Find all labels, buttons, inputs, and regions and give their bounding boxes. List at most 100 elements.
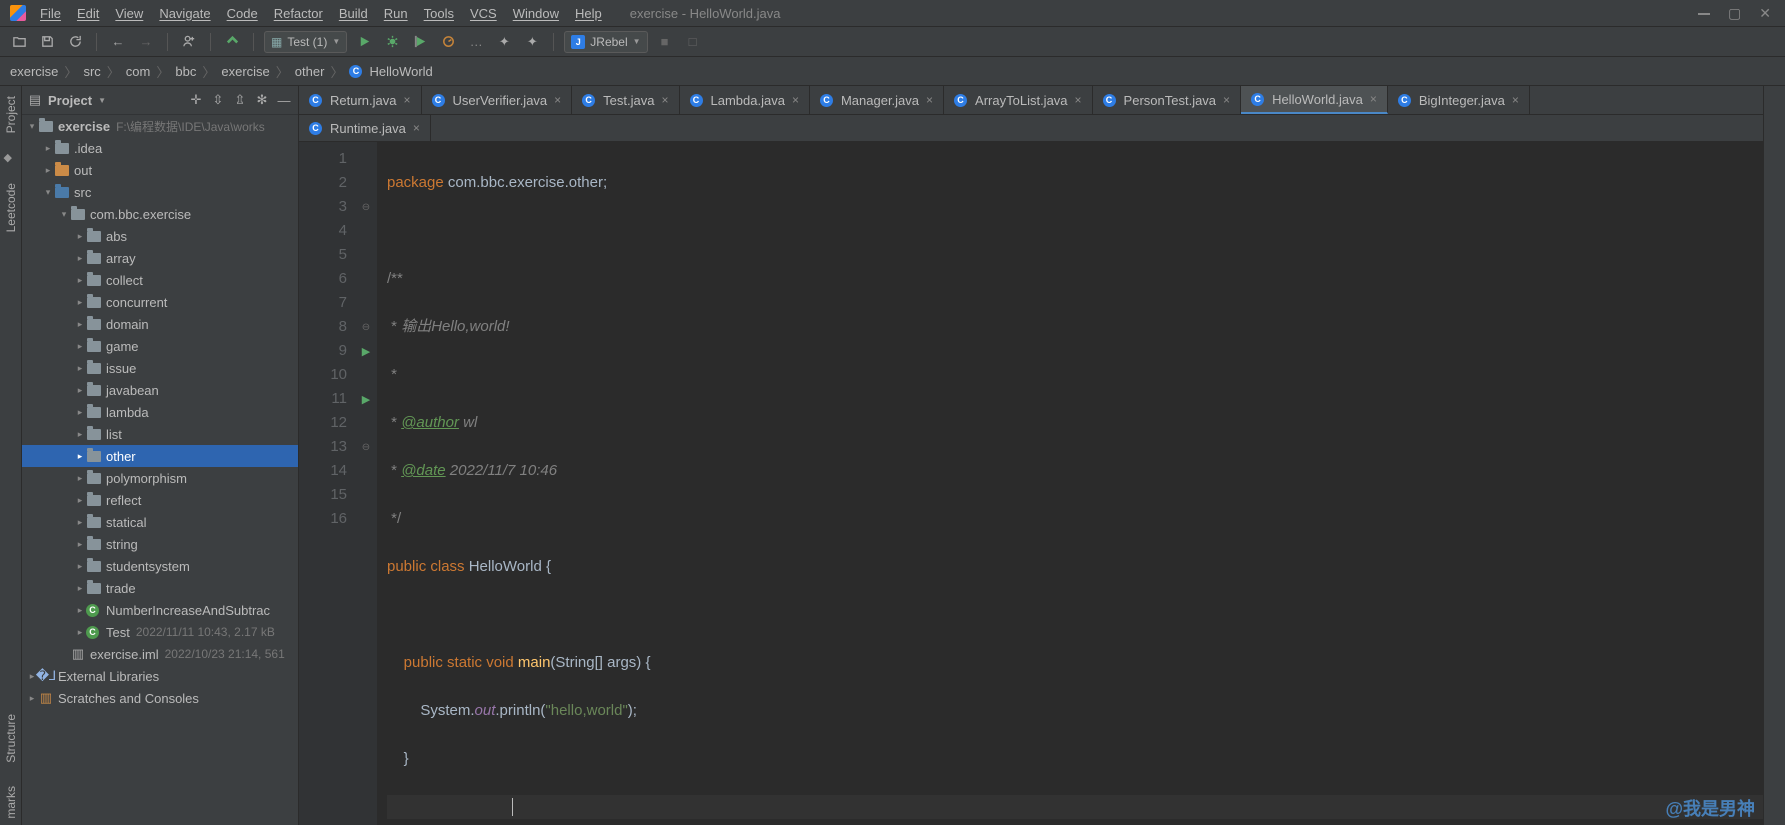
menu-build[interactable]: Build: [331, 3, 376, 24]
fold-icon[interactable]: ⊖: [362, 202, 370, 213]
settings-cog-icon[interactable]: ✻: [254, 92, 270, 108]
menu-refactor[interactable]: Refactor: [266, 3, 331, 24]
crumb-0[interactable]: exercise: [10, 64, 58, 79]
tree-folder-string[interactable]: ▸string: [22, 533, 298, 555]
jrebel-magic-icon[interactable]: ✦: [493, 31, 515, 53]
menu-tools[interactable]: Tools: [416, 3, 462, 24]
crumb-1[interactable]: src: [83, 64, 100, 79]
rail-leetcode-icon[interactable]: ◆: [4, 151, 18, 165]
window-maximize-icon[interactable]: ▢: [1728, 5, 1741, 22]
fold-icon[interactable]: ⊖: [362, 322, 370, 333]
jrebel-rocket-icon[interactable]: ✦: [521, 31, 543, 53]
menu-window[interactable]: Window: [505, 3, 567, 24]
crumb-2[interactable]: com: [126, 64, 151, 79]
project-panel-title[interactable]: Project: [48, 93, 92, 108]
editor-tab[interactable]: CArrayToList.java×: [944, 86, 1093, 114]
menu-edit[interactable]: Edit: [69, 3, 107, 24]
run-config-selector[interactable]: ▦ Test (1) ▼: [264, 31, 347, 53]
rail-leetcode-tab[interactable]: Leetcode: [4, 177, 18, 238]
close-tab-icon[interactable]: ×: [792, 93, 799, 107]
project-view-icon[interactable]: ▤: [28, 93, 42, 107]
tree-folder-collect[interactable]: ▸collect: [22, 269, 298, 291]
window-minimize-icon[interactable]: [1698, 5, 1710, 22]
tree-folder-domain[interactable]: ▸domain: [22, 313, 298, 335]
profile-icon[interactable]: [437, 31, 459, 53]
menu-help[interactable]: Help: [567, 3, 610, 24]
attach-icon[interactable]: …: [465, 31, 487, 53]
hide-panel-icon[interactable]: —: [276, 92, 292, 108]
save-all-icon[interactable]: [36, 31, 58, 53]
tree-folder-studentsystem[interactable]: ▸studentsystem: [22, 555, 298, 577]
tree-folder-trade[interactable]: ▸trade: [22, 577, 298, 599]
tree-folder-reflect[interactable]: ▸reflect: [22, 489, 298, 511]
tree-folder-game[interactable]: ▸game: [22, 335, 298, 357]
add-config-icon[interactable]: [178, 31, 200, 53]
rail-marks-tab[interactable]: marks: [4, 780, 18, 825]
menu-run[interactable]: Run: [376, 3, 416, 24]
crumb-3[interactable]: bbc: [175, 64, 196, 79]
close-tab-icon[interactable]: ×: [661, 93, 668, 107]
gutter-run-icon[interactable]: ▶: [362, 393, 370, 406]
close-tab-icon[interactable]: ×: [554, 93, 561, 107]
line-number-gutter[interactable]: 12345678910111213141516: [299, 142, 355, 825]
tree-folder-statical[interactable]: ▸statical: [22, 511, 298, 533]
tree-node[interactable]: ▥exercise.iml2022/10/23 21:14, 561: [22, 643, 298, 665]
editor-tab[interactable]: CTest.java×: [572, 86, 679, 114]
editor-tab[interactable]: CPersonTest.java×: [1093, 86, 1242, 114]
back-icon[interactable]: ←: [107, 31, 129, 53]
collapse-all-icon[interactable]: ⇫: [232, 92, 248, 108]
tree-class[interactable]: ▸CTest2022/11/11 10:43, 2.17 kB: [22, 621, 298, 643]
menu-vcs[interactable]: VCS: [462, 3, 505, 24]
menu-navigate[interactable]: Navigate: [151, 3, 218, 24]
run-icon[interactable]: [353, 31, 375, 53]
rail-project-tab[interactable]: Project: [4, 90, 18, 139]
forward-icon[interactable]: →: [135, 31, 157, 53]
editor-tab[interactable]: CLambda.java×: [680, 86, 810, 114]
crumb-4[interactable]: exercise: [221, 64, 269, 79]
editor-tab[interactable]: CUserVerifier.java×: [422, 86, 573, 114]
editor-tab[interactable]: CHelloWorld.java×: [1241, 86, 1388, 114]
build-icon[interactable]: [221, 31, 243, 53]
tree-folder-issue[interactable]: ▸issue: [22, 357, 298, 379]
crumb-6[interactable]: HelloWorld: [369, 64, 432, 79]
close-tab-icon[interactable]: ×: [1223, 93, 1230, 107]
stop-icon[interactable]: ■: [654, 31, 676, 53]
coverage-icon[interactable]: [409, 31, 431, 53]
tree-folder-other[interactable]: ▸other: [22, 445, 298, 467]
locate-icon[interactable]: ✛: [188, 92, 204, 108]
tree-folder-polymorphism[interactable]: ▸polymorphism: [22, 467, 298, 489]
close-tab-icon[interactable]: ×: [413, 121, 420, 135]
tree-class[interactable]: ▸CNumberIncreaseAndSubtrac: [22, 599, 298, 621]
tree-folder-array[interactable]: ▸array: [22, 247, 298, 269]
tree-external-libs[interactable]: ▸�⅃External Libraries: [22, 665, 298, 687]
jrebel-selector[interactable]: J JRebel ▼: [564, 31, 647, 53]
stop-2-icon[interactable]: □: [682, 31, 704, 53]
editor-tab[interactable]: CReturn.java×: [299, 86, 422, 114]
debug-icon[interactable]: [381, 31, 403, 53]
editor-tab[interactable]: CRuntime.java×: [299, 115, 431, 141]
close-tab-icon[interactable]: ×: [926, 93, 933, 107]
crumb-5[interactable]: other: [295, 64, 325, 79]
open-file-icon[interactable]: [8, 31, 30, 53]
tree-node[interactable]: ▸.idea: [22, 137, 298, 159]
reload-icon[interactable]: [64, 31, 86, 53]
tree-folder-concurrent[interactable]: ▸concurrent: [22, 291, 298, 313]
window-close-icon[interactable]: ✕: [1759, 5, 1771, 22]
tree-scratches[interactable]: ▸▥Scratches and Consoles: [22, 687, 298, 709]
tree-node[interactable]: ▾com.bbc.exercise: [22, 203, 298, 225]
menu-file[interactable]: File: [32, 3, 69, 24]
tree-folder-lambda[interactable]: ▸lambda: [22, 401, 298, 423]
fold-icon[interactable]: ⊖: [362, 442, 370, 453]
tree-folder-list[interactable]: ▸list: [22, 423, 298, 445]
editor-tab[interactable]: CManager.java×: [810, 86, 944, 114]
close-tab-icon[interactable]: ×: [1075, 93, 1082, 107]
close-tab-icon[interactable]: ×: [1370, 92, 1377, 106]
code-area[interactable]: package com.bbc.exercise.other; /** * 输出…: [377, 142, 1763, 825]
menu-view[interactable]: View: [107, 3, 151, 24]
tree-root[interactable]: ▾exerciseF:\编程数据\IDE\Java\works: [22, 115, 298, 137]
tree-node[interactable]: ▸out: [22, 159, 298, 181]
expand-all-icon[interactable]: ⇳: [210, 92, 226, 108]
editor-tab[interactable]: CBigInteger.java×: [1388, 86, 1530, 114]
close-tab-icon[interactable]: ×: [1512, 93, 1519, 107]
project-tree[interactable]: ▾exerciseF:\编程数据\IDE\Java\works▸.idea▸ou…: [22, 115, 298, 825]
